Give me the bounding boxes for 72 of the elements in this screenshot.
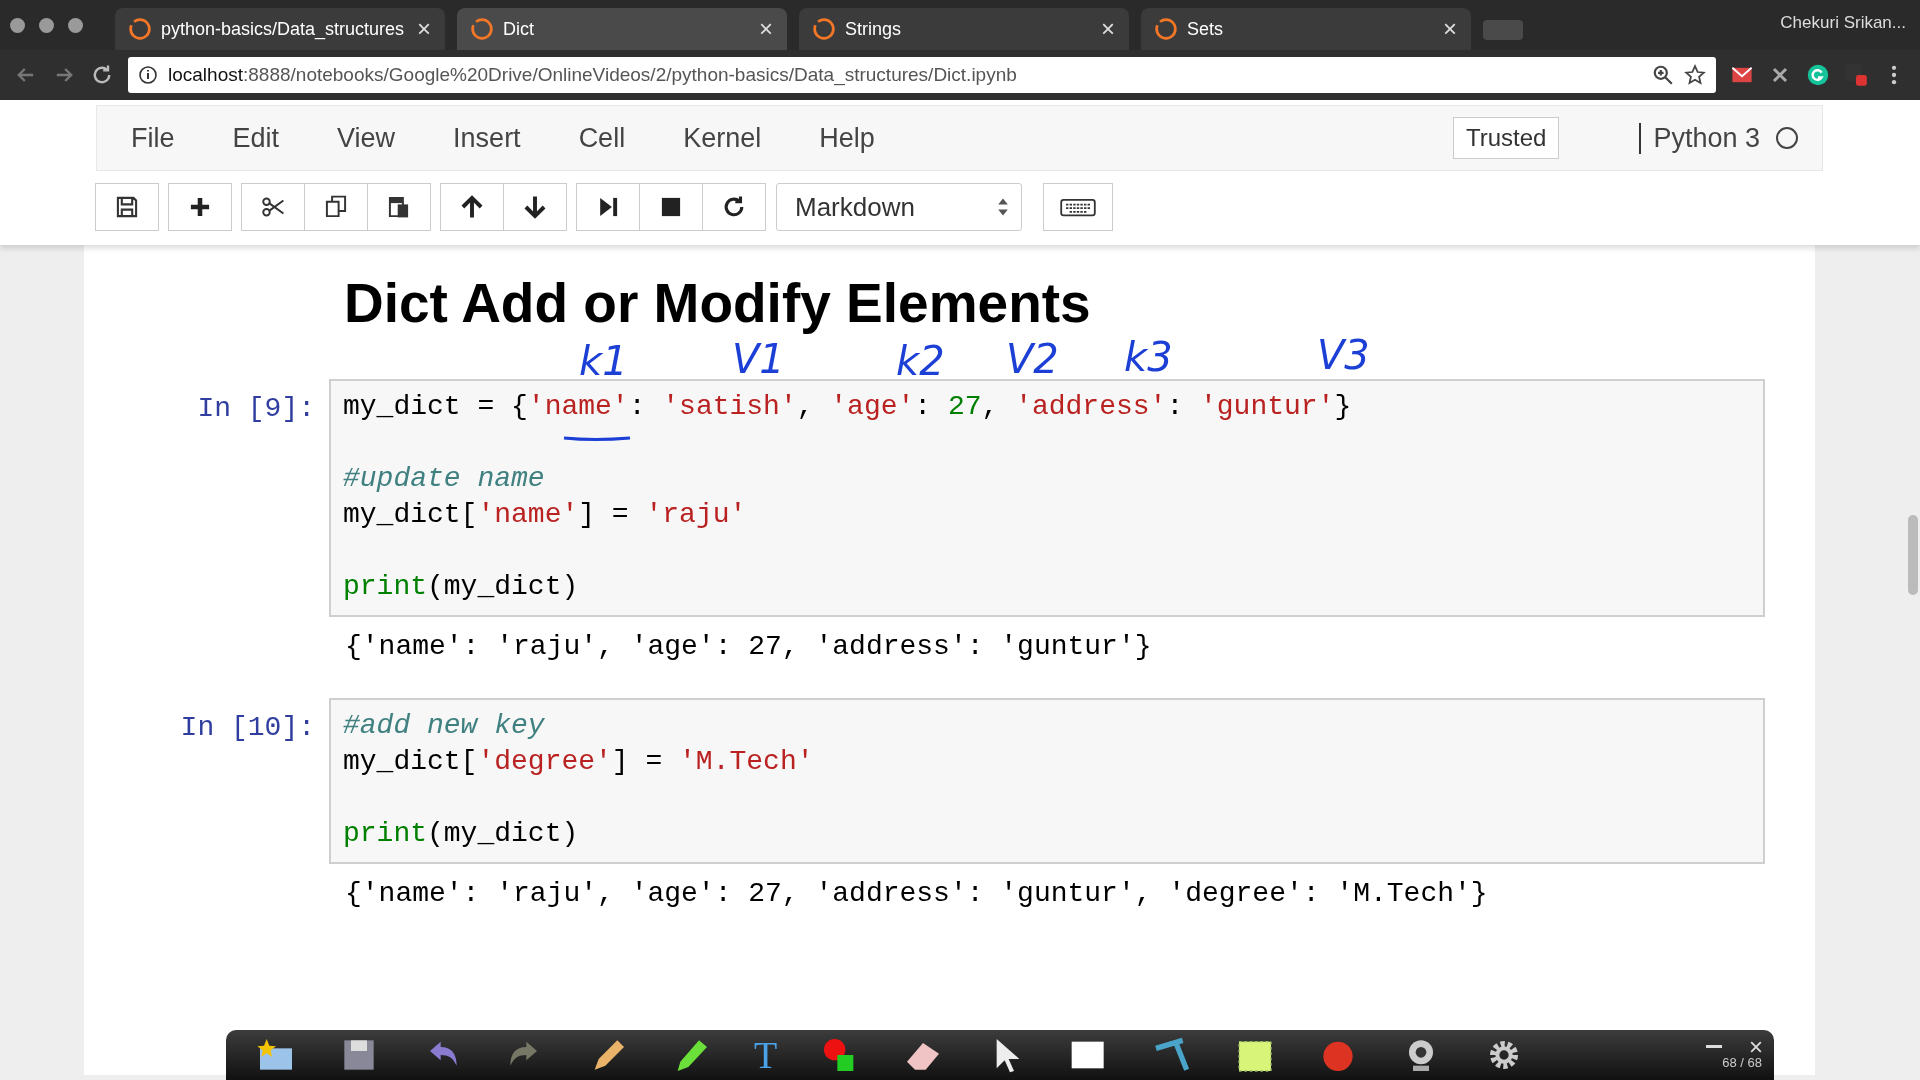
tab-close-button[interactable]: × bbox=[1443, 15, 1457, 43]
menu-item[interactable]: View bbox=[337, 122, 396, 154]
zoom-light-icon[interactable] bbox=[68, 17, 83, 33]
tab-close-button[interactable]: × bbox=[759, 15, 773, 43]
updown-caret-icon bbox=[997, 197, 1009, 217]
menu-item[interactable]: Help bbox=[819, 122, 875, 154]
text-tool-button[interactable]: T bbox=[754, 1033, 778, 1077]
close-icon[interactable] bbox=[1750, 1040, 1762, 1053]
arrow-up-icon bbox=[459, 194, 485, 220]
save-icon bbox=[114, 194, 140, 220]
close-light-icon[interactable] bbox=[10, 17, 25, 33]
ink-underline bbox=[562, 435, 632, 441]
browser-tab[interactable]: Sets × bbox=[1141, 8, 1471, 50]
code-cell-input[interactable]: my_dict = {'name': 'satish', 'age': 27, 'address': 'guntur'} #update name my_dict['name'] = 'raju' print(my_dict) bbox=[329, 379, 1765, 617]
stop-button[interactable] bbox=[639, 183, 703, 231]
browser-tab[interactable]: Dict × bbox=[457, 8, 787, 50]
loading-spinner-icon bbox=[1155, 18, 1177, 40]
cell-type-dropdown[interactable]: Markdown bbox=[776, 183, 1022, 231]
trusted-indicator[interactable]: Trusted bbox=[1452, 117, 1560, 159]
run-button[interactable] bbox=[576, 183, 640, 231]
loading-spinner-icon bbox=[129, 18, 151, 40]
grammar-extension-icon[interactable] bbox=[1806, 63, 1830, 87]
minimize-light-icon[interactable] bbox=[39, 17, 54, 33]
scrollbar-thumb[interactable] bbox=[1908, 515, 1918, 595]
move-down-button[interactable] bbox=[503, 183, 567, 231]
tab-close-button[interactable]: × bbox=[417, 15, 431, 43]
zoom-icon[interactable] bbox=[1652, 64, 1674, 86]
cut-button[interactable] bbox=[241, 183, 305, 231]
keyboard-shortcuts-button[interactable] bbox=[1043, 183, 1113, 231]
restart-button[interactable] bbox=[702, 183, 766, 231]
loading-spinner-icon bbox=[813, 18, 835, 40]
handwritten-label: k3 bbox=[1124, 335, 1173, 379]
arrow-down-icon bbox=[522, 194, 548, 220]
cell-output: {'name': 'raju', 'age': 27, 'address': 'guntur'} bbox=[345, 631, 1153, 662]
menu-item[interactable]: File bbox=[131, 122, 175, 154]
address-bar[interactable]: localhost:8888/notebooks/Google%20Drive/OnlineVideos/2/python-basics/Data_structures/Dict.ipynb bbox=[128, 57, 1716, 93]
code-line: my_dict['name'] = 'raju' bbox=[343, 498, 747, 532]
code-line: print(my_dict) bbox=[343, 817, 579, 851]
cell-output: {'name': 'raju', 'age': 27, 'address': 'guntur', 'degree': 'M.Tech'} bbox=[345, 878, 1489, 909]
kernel-name[interactable]: Python 3 bbox=[1639, 122, 1760, 154]
save-button[interactable] bbox=[95, 183, 159, 231]
copy-icon bbox=[323, 194, 349, 220]
handwritten-label: V2 bbox=[1006, 337, 1059, 381]
menu-item[interactable]: Edit bbox=[232, 122, 280, 154]
page-counter: 68 / 68 bbox=[1722, 1054, 1762, 1070]
handwritten-label: V3 bbox=[1317, 333, 1370, 377]
code-line: my_dict = {'name': 'satish', 'age': 27, 'address': 'guntur'} bbox=[343, 390, 1352, 424]
input-prompt: In [10]: bbox=[179, 711, 316, 743]
loading-spinner-icon bbox=[471, 18, 493, 40]
menu-item[interactable]: Kernel bbox=[683, 122, 762, 154]
code-line: #update name bbox=[343, 462, 545, 496]
info-icon bbox=[138, 65, 158, 85]
url-text: localhost:8888/notebooks/Google%20Drive/OnlineVideos/2/python-basics/Data_structures/Dict.ipynb bbox=[168, 64, 1018, 86]
bookmark-star-icon[interactable] bbox=[1684, 64, 1706, 86]
copy-button[interactable] bbox=[304, 183, 368, 231]
browser-tab[interactable]: python-basics/Data_structures × bbox=[115, 8, 445, 50]
profile-name[interactable]: Chekuri Srikan... bbox=[1780, 13, 1906, 33]
tab-close-button[interactable]: × bbox=[1101, 15, 1115, 43]
code-line: #add new key bbox=[343, 709, 545, 743]
menu-item[interactable]: Insert bbox=[453, 122, 521, 154]
code-line: my_dict['degree'] = 'M.Tech' bbox=[343, 745, 814, 779]
browser-tab[interactable]: Strings × bbox=[799, 8, 1129, 50]
code-line: print(my_dict) bbox=[343, 570, 579, 604]
kernel-idle-icon bbox=[1776, 127, 1798, 149]
section-heading: Dict Add or Modify Elements bbox=[344, 273, 1092, 333]
code-cell-input[interactable]: #add new key my_dict['degree'] = 'M.Tech' print(my_dict) bbox=[329, 698, 1765, 864]
handwritten-label: V1 bbox=[732, 337, 785, 381]
input-prompt: In [9]: bbox=[196, 392, 316, 424]
insert-cell-button[interactable] bbox=[168, 183, 232, 231]
move-up-button[interactable] bbox=[440, 183, 504, 231]
menu-item[interactable]: Cell bbox=[578, 122, 626, 154]
paste-button[interactable] bbox=[367, 183, 431, 231]
